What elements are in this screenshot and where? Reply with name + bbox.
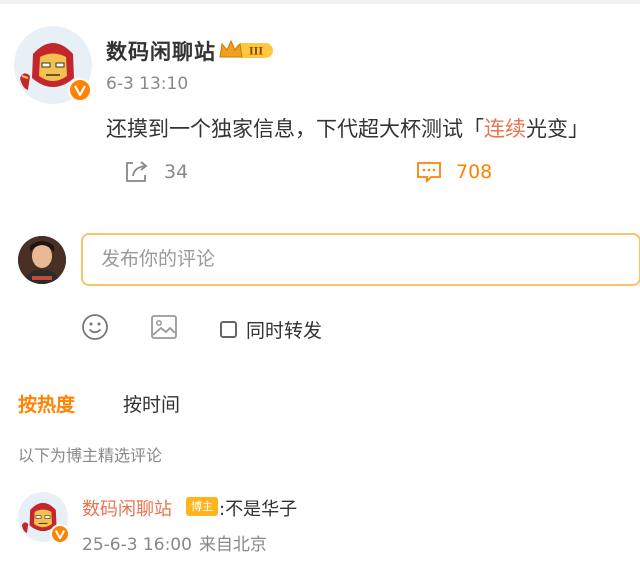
author-name[interactable]: 数码闲聊站 <box>106 36 216 66</box>
repost-button[interactable]: 34 <box>124 160 188 184</box>
emoji-button[interactable] <box>81 313 109 345</box>
my-avatar[interactable] <box>18 236 66 284</box>
verified-badge-icon <box>68 78 92 102</box>
comment-icon <box>417 162 441 184</box>
comment-button[interactable]: 708 <box>416 160 492 184</box>
comment-meta: 25-6-3 16:00 来自北京 <box>82 530 267 555</box>
post-text-highlight-link[interactable]: 连续 <box>484 117 526 141</box>
verified-badge-icon <box>50 524 70 544</box>
repost-count: 34 <box>164 161 189 183</box>
repost-icon <box>126 161 148 182</box>
comment-input[interactable] <box>99 247 603 271</box>
comment-date: 25-6-3 16:00 <box>82 535 192 555</box>
forward-label: 同时转发 <box>246 320 323 342</box>
tab-sort-hot[interactable]: 按热度 <box>18 390 75 417</box>
comment-count: 708 <box>456 161 493 183</box>
comment-author-name[interactable]: 数码闲聊站 <box>82 495 172 521</box>
emoji-icon <box>82 314 108 340</box>
image-upload-button[interactable] <box>150 313 178 345</box>
section-note: 以下为博主精选评论 <box>18 446 163 465</box>
comment-composer[interactable] <box>81 233 640 286</box>
crown-level-icon[interactable]: III <box>219 38 275 62</box>
forward-checkbox[interactable]: 同时转发 <box>220 316 322 343</box>
tab-sort-time[interactable]: 按时间 <box>123 390 180 417</box>
post-text-after: 光变」 <box>526 117 589 141</box>
comment-author-avatar[interactable] <box>18 492 70 544</box>
author-avatar[interactable] <box>14 26 92 104</box>
top-divider <box>0 0 640 4</box>
checkbox-box[interactable] <box>220 321 237 338</box>
post-text-before: 还摸到一个独家信息，下代超大杯测试「 <box>106 117 484 141</box>
owner-badge: 博主 <box>186 497 218 516</box>
image-icon <box>151 315 177 339</box>
member-level: III <box>249 47 263 58</box>
post-text: 还摸到一个独家信息，下代超大杯测试「连续光变」 <box>106 113 589 143</box>
post-time[interactable]: 6-3 13:10 <box>106 74 188 94</box>
comment-location: 来自北京 <box>198 535 267 555</box>
comment-text: :不是华子 <box>219 499 298 520</box>
